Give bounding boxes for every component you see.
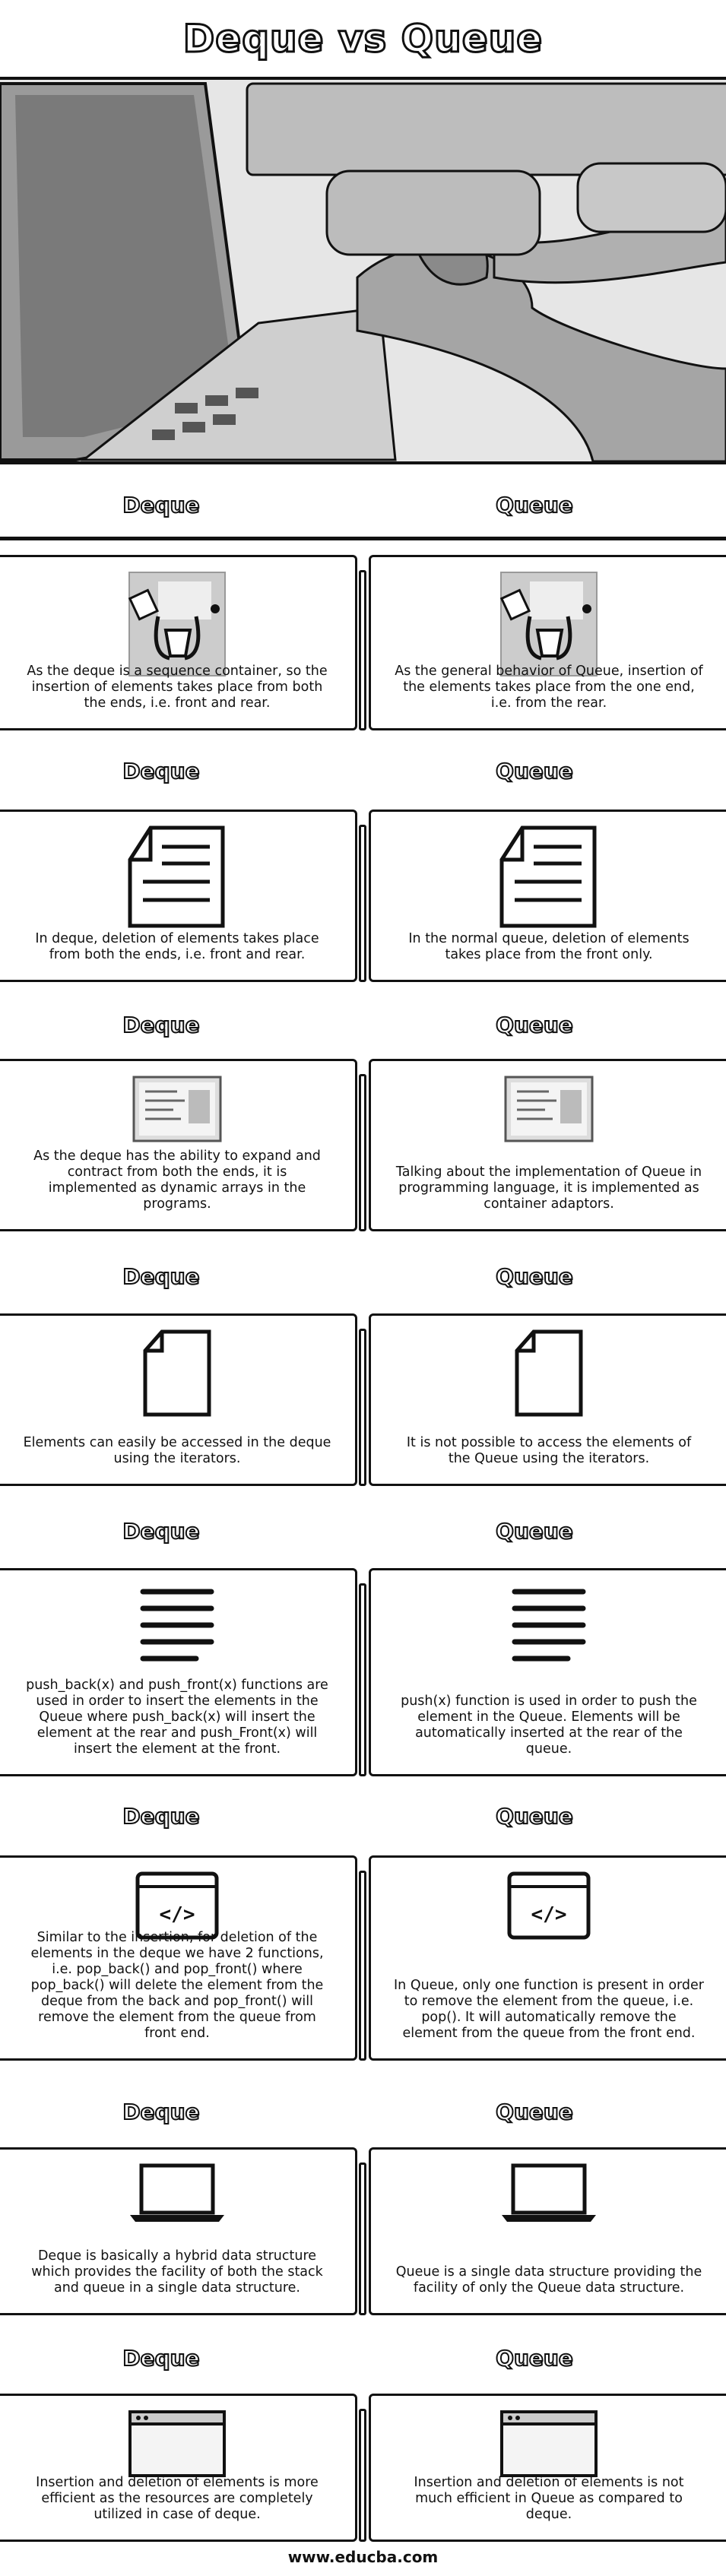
section-header: Deque Queue <box>0 1006 726 1044</box>
laptop-icon <box>128 2163 227 2227</box>
queue-description: Queue is a single data structure providi… <box>395 2264 702 2296</box>
column-divider <box>359 1329 366 1486</box>
queue-heading: Queue <box>495 1803 574 1830</box>
queue-card: Queue is a single data structure providi… <box>369 2147 726 2315</box>
queue-heading: Queue <box>495 492 574 518</box>
deque-description: Deque is basically a hybrid data structu… <box>31 2248 323 2296</box>
queue-description: Insertion and deletion of elements is no… <box>414 2475 684 2522</box>
deque-card: </> Similar to the insertion, for deleti… <box>0 1855 357 2061</box>
deque-heading: Deque <box>122 1012 200 1038</box>
queue-card: As the general behavior of Queue, insert… <box>369 555 726 730</box>
text-lines-icon <box>507 1584 591 1671</box>
screen-list-icon <box>503 1075 594 1146</box>
document-icon <box>499 825 598 931</box>
blank-page-icon <box>143 1329 211 1420</box>
text-lines-icon <box>135 1584 219 1671</box>
section-header: Deque Queue <box>0 2340 726 2378</box>
queue-heading: Queue <box>495 1518 574 1545</box>
queue-card: push(x) function is used in order to pus… <box>369 1568 726 1776</box>
section-header: Deque Queue <box>0 1258 726 1296</box>
column-divider <box>359 825 366 982</box>
deque-heading: Deque <box>122 2345 200 2372</box>
blank-page-icon <box>515 1329 583 1420</box>
screen-list-icon <box>132 1075 223 1146</box>
deque-card: push_back(x) and push_front(x) functions… <box>0 1568 357 1776</box>
deque-description: In deque, deletion of elements takes pla… <box>35 931 319 962</box>
queue-heading: Queue <box>495 1263 574 1290</box>
section-header: Deque Queue <box>0 2093 726 2131</box>
page-title: Deque vs Queue <box>182 16 544 62</box>
section-header: Deque Queue <box>0 1798 726 1836</box>
deque-description: Insertion and deletion of elements is mo… <box>36 2475 319 2522</box>
svg-text:</>: </> <box>531 1903 567 1926</box>
deque-heading: Deque <box>122 1803 200 1830</box>
deque-card: In deque, deletion of elements takes pla… <box>0 810 357 982</box>
queue-description: As the general behavior of Queue, insert… <box>395 664 703 711</box>
deque-description: Similar to the insertion, for deletion o… <box>30 1930 324 2041</box>
column-divider <box>359 2409 366 2542</box>
deque-heading: Deque <box>122 1263 200 1290</box>
queue-card: It is not possible to access the element… <box>369 1313 726 1486</box>
deque-description: Elements can easily be accessed in the d… <box>23 1435 331 1466</box>
queue-card: In the normal queue, deletion of element… <box>369 810 726 982</box>
header-rule <box>0 537 726 540</box>
queue-card: </> In Queue, only one function is prese… <box>369 1855 726 2061</box>
section-header: Deque Queue <box>0 753 726 791</box>
queue-heading: Queue <box>495 1012 574 1038</box>
code-window-icon: </> <box>507 1871 591 1943</box>
browser-window-icon <box>499 2410 598 2481</box>
browser-window-icon <box>128 2410 227 2481</box>
column-divider <box>359 2163 366 2315</box>
deque-card: Deque is basically a hybrid data structu… <box>0 2147 357 2315</box>
deque-card: As the deque has the ability to expand a… <box>0 1059 357 1231</box>
document-icon <box>128 825 227 931</box>
queue-description: In Queue, only one function is present i… <box>394 1978 704 2041</box>
queue-heading: Queue <box>495 758 574 784</box>
deque-card: As the deque is a sequence container, so… <box>0 555 357 730</box>
column-divider <box>359 1583 366 1776</box>
column-divider <box>359 570 366 730</box>
queue-heading: Queue <box>495 2099 574 2125</box>
column-divider <box>359 1074 366 1231</box>
deque-card: Elements can easily be accessed in the d… <box>0 1313 357 1486</box>
queue-heading: Queue <box>495 2345 574 2372</box>
deque-description: push_back(x) and push_front(x) functions… <box>26 1678 328 1757</box>
laptop-icon <box>499 2163 598 2227</box>
deque-heading: Deque <box>122 1518 200 1545</box>
queue-description: Talking about the implementation of Queu… <box>395 1164 702 1212</box>
deque-description: As the deque has the ability to expand a… <box>33 1149 321 1212</box>
queue-description: In the normal queue, deletion of element… <box>408 931 690 962</box>
deque-heading: Deque <box>122 492 200 518</box>
column-divider <box>359 1871 366 2061</box>
queue-card: Talking about the implementation of Queu… <box>369 1059 726 1231</box>
queue-card: Insertion and deletion of elements is no… <box>369 2394 726 2542</box>
deque-heading: Deque <box>122 2099 200 2125</box>
deque-description: As the deque is a sequence container, so… <box>27 664 328 711</box>
queue-description: It is not possible to access the element… <box>406 1435 692 1466</box>
deque-card: Insertion and deletion of elements is mo… <box>0 2394 357 2542</box>
deque-heading: Deque <box>122 758 200 784</box>
hero-laptop-photo <box>0 77 726 464</box>
footer-url[interactable]: www.educba.com <box>0 2548 726 2566</box>
queue-description: push(x) function is used in order to pus… <box>401 1694 697 1757</box>
section-header: Deque Queue <box>0 486 726 524</box>
section-header: Deque Queue <box>0 1513 726 1551</box>
svg-text:</>: </> <box>160 1903 195 1926</box>
